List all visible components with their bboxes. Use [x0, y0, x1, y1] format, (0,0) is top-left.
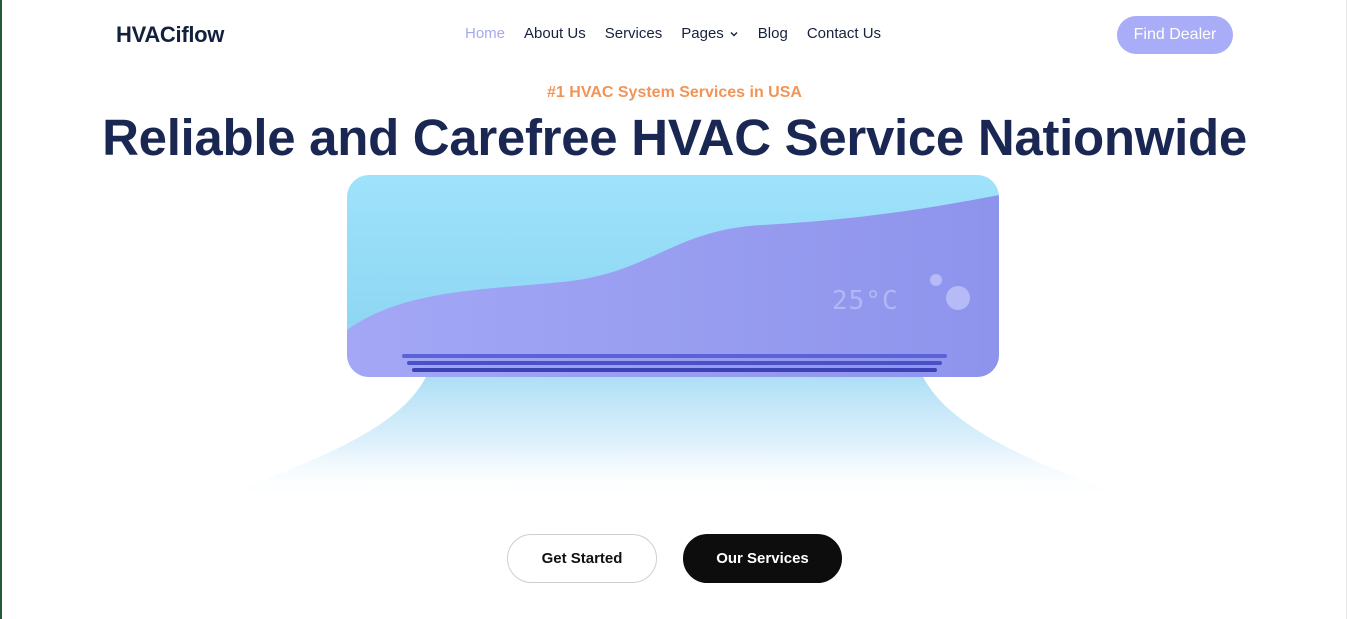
main-nav: Home About Us Services Pages Blog Contac… [465, 25, 900, 42]
airflow-plume [212, 375, 1137, 500]
ac-indicator-large [946, 286, 970, 310]
nav-item-label: Pages [681, 25, 724, 42]
get-started-button[interactable]: Get Started [507, 534, 657, 583]
site-logo[interactable]: HVACiflow [116, 22, 224, 48]
nav-item-label: Blog [757, 25, 788, 42]
ac-temperature-display: 25°C [832, 286, 899, 316]
nav-item-blog[interactable]: Blog [758, 25, 788, 42]
find-dealer-button[interactable]: Find Dealer [1117, 16, 1233, 54]
hero-title: Reliable and Carefree HVAC Service Natio… [102, 109, 1247, 166]
nav-item-pages[interactable]: Pages [681, 25, 739, 42]
nav-item-contact-us[interactable]: Contact Us [807, 25, 881, 42]
our-services-button[interactable]: Our Services [683, 534, 842, 583]
nav-item-label: Services [604, 25, 663, 42]
air-conditioner-illustration: 25°C [202, 170, 1147, 510]
ac-indicator-small [930, 274, 942, 286]
nav-item-services[interactable]: Services [605, 25, 663, 42]
nav-item-home[interactable]: Home [465, 25, 505, 42]
nav-item-label: Contact Us [806, 25, 882, 42]
page-frame: HVACiflow Home About Us Services Pages B… [0, 0, 1347, 619]
nav-item-about-us[interactable]: About Us [524, 25, 586, 42]
hero-tagline: #1 HVAC System Services in USA [547, 84, 802, 101]
nav-item-label: About Us [524, 25, 586, 42]
chevron-down-icon [730, 31, 738, 36]
nav-item-label: Home [465, 25, 506, 42]
